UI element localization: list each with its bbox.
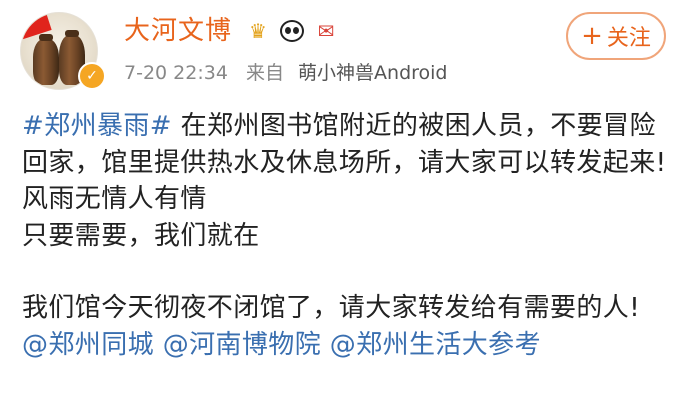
post-text-2: 风雨无情人有情 bbox=[22, 184, 207, 214]
device-name[interactable]: 萌小神兽Android bbox=[298, 62, 447, 84]
avatar-container[interactable]: ✓ bbox=[16, 6, 106, 90]
verified-icon: ✓ bbox=[78, 62, 106, 90]
crown-icon[interactable]: ♛ bbox=[244, 17, 272, 45]
panda-icon[interactable] bbox=[278, 17, 306, 45]
user-name[interactable]: 大河文博 bbox=[124, 14, 232, 48]
mention-link-3[interactable]: @郑州生活大参考 bbox=[330, 330, 541, 360]
source-prefix: 来自 bbox=[245, 62, 284, 84]
post-paragraph-1: #郑州暴雨# 在郑州图书馆附近的被困人员，不要冒险回家，馆里提供热水及休息场所，… bbox=[22, 108, 672, 181]
plus-icon: + bbox=[581, 21, 603, 51]
follow-label: 关注 bbox=[606, 26, 651, 51]
post-meta: 7-20 22:34 来自 萌小神兽Android bbox=[124, 60, 448, 86]
follow-button[interactable]: + 关注 bbox=[566, 12, 666, 60]
gift-icon[interactable]: ✉ bbox=[312, 17, 340, 45]
topic-link[interactable]: #郑州暴雨# bbox=[22, 111, 172, 141]
post-time: 7-20 22:34 bbox=[124, 62, 228, 84]
post-paragraph-4: 我们馆今天彻夜不闭馆了，请大家转发给有需要的人! @郑州同城 @河南博物院 @郑… bbox=[22, 290, 672, 363]
post-text-3: 只要需要，我们就在 bbox=[22, 220, 260, 251]
post-content: #郑州暴雨# 在郑州图书馆附近的被困人员，不要冒险回家，馆里提供热水及休息场所，… bbox=[22, 108, 672, 363]
post-text-4: 我们馆今天彻夜不闭馆了，请大家转发给有需要的人! bbox=[22, 293, 641, 323]
vase-left-image bbox=[33, 34, 59, 85]
mention-link-2[interactable]: @河南博物院 bbox=[163, 330, 321, 360]
mention-link-1[interactable]: @郑州同城 bbox=[22, 330, 154, 360]
